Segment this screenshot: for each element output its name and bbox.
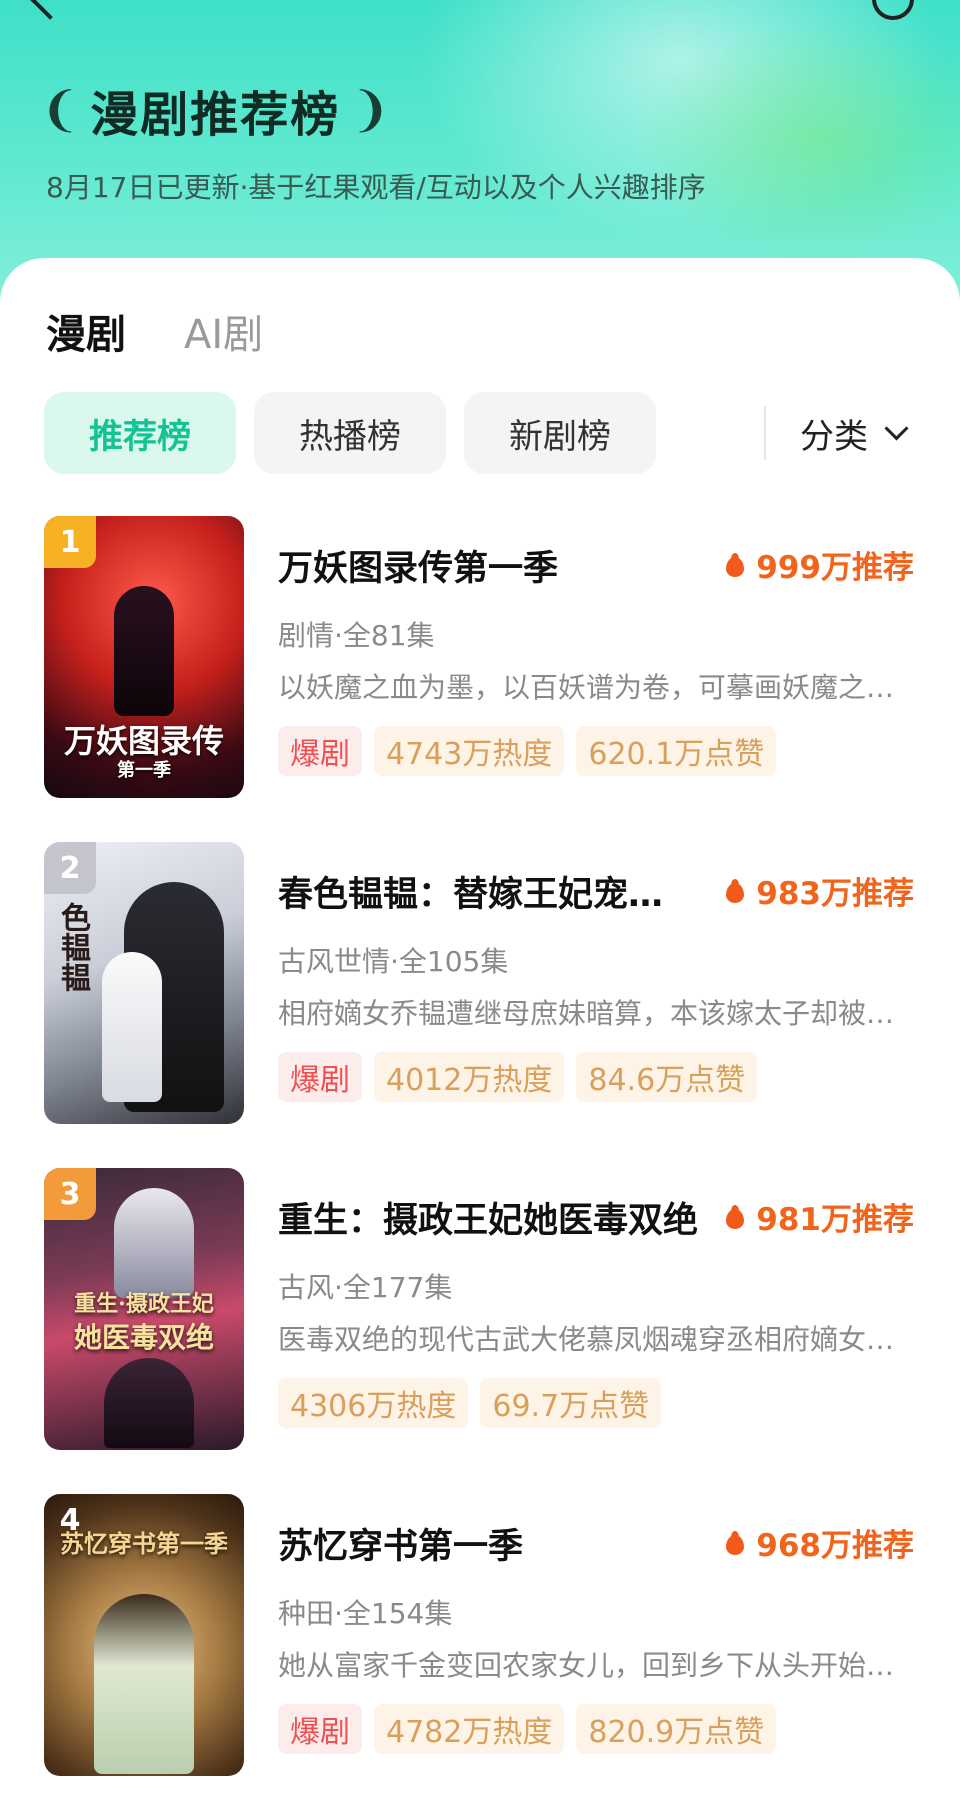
rank-badge: 1 (44, 516, 96, 568)
description: 以妖魔之血为墨，以百妖谱为卷，可摹画妖魔之力… (278, 671, 918, 704)
flame-icon (726, 1204, 745, 1229)
recommend-label: 983万推荐 (756, 876, 914, 912)
recommend-count: 999万推荐 (726, 542, 914, 587)
cover-title: 重生·摄政王妃 (74, 1291, 214, 1317)
tag-row: 4306万热度 69.7万点赞 (278, 1378, 673, 1428)
list-item[interactable]: 4 苏忆穿书第一季 苏忆穿书第一季 968万推荐 种田·全154集 她从富家千金… (0, 1494, 960, 1776)
flame-icon (726, 878, 745, 903)
genre-episodes: 种田·全154集 (278, 1597, 453, 1630)
heat-tag: 4782万热度 (374, 1704, 565, 1754)
hot-tag: 爆剧 (278, 726, 362, 776)
list-item[interactable]: 2 色韫韫 春色韫韫：替嫁王妃宠冠京华 983万推荐 古风世情·全105集 相府… (0, 842, 960, 1124)
back-arrow-icon[interactable] (30, 0, 70, 20)
genre-episodes: 古风世情·全105集 (278, 945, 509, 978)
recommend-label: 981万推荐 (756, 1202, 914, 1238)
description: 相府嫡女乔韫遭继母庶妹暗算，本该嫁太子却被迫… (278, 997, 918, 1030)
cover-image[interactable]: 4 苏忆穿书第一季 (44, 1494, 244, 1776)
page-title: 漫剧推荐榜 (90, 87, 341, 143)
tag-row: 爆剧 4743万热度 620.1万点赞 (278, 726, 788, 776)
drama-info: 万妖图录传第一季 999万推荐 剧情·全81集 以妖魔之血为墨，以百妖谱为卷，可… (278, 516, 918, 798)
heat-tag: 4012万热度 (374, 1052, 565, 1102)
hot-tag: 爆剧 (278, 1704, 362, 1754)
rank-badge: 2 (44, 842, 96, 894)
likes-tag: 69.7万点赞 (480, 1378, 662, 1428)
ranking-card: 漫剧 AI剧 推荐榜 热播榜 新剧榜 分类 1 万妖图录传 第一季 万妖图录传第… (0, 258, 960, 1800)
cover-subtitle: 她医毒双绝 (73, 1321, 214, 1354)
description: 医毒双绝的现代古武大佬慕凤烟魂穿丞相府嫡女… (278, 1323, 895, 1356)
heat-tag: 4306万热度 (278, 1378, 469, 1428)
drama-title[interactable]: 苏忆穿书第一季 (278, 1518, 698, 1569)
divider (764, 406, 766, 460)
tag-row: 爆剧 4782万热度 820.9万点赞 (278, 1704, 788, 1754)
cover-image[interactable]: 1 万妖图录传 第一季 (44, 516, 244, 798)
drama-title[interactable]: 重生：摄政王妃她医毒双绝 (278, 1192, 698, 1243)
tab-ai-drama[interactable]: AI剧 (184, 302, 263, 360)
laurel-right-icon: ❩ (350, 82, 391, 138)
drama-title[interactable]: 春色韫韫：替嫁王妃宠冠京华 (278, 866, 698, 917)
recommend-label: 999万推荐 (756, 550, 914, 586)
tab-recommend[interactable]: 推荐榜 (44, 392, 236, 474)
cover-image[interactable]: 2 色韫韫 (44, 842, 244, 1124)
recommend-count: 968万推荐 (726, 1520, 914, 1565)
tab-new[interactable]: 新剧榜 (464, 392, 656, 474)
description: 她从富家千金变回农家女儿，回到乡下从头开始… (278, 1649, 895, 1682)
likes-tag: 820.9万点赞 (576, 1704, 777, 1754)
type-tabs: 漫剧 AI剧 (46, 302, 321, 360)
likes-tag: 620.1万点赞 (576, 726, 777, 776)
ranking-tabs: 推荐榜 热播榜 新剧榜 (44, 392, 674, 474)
hot-tag: 爆剧 (278, 1052, 362, 1102)
cover-figure (94, 1594, 194, 1774)
chevron-down-icon (884, 415, 909, 441)
likes-tag: 84.6万点赞 (576, 1052, 758, 1102)
heat-tag: 4743万热度 (374, 726, 565, 776)
drama-info: 苏忆穿书第一季 968万推荐 种田·全154集 她从富家千金变回农家女儿，回到乡… (278, 1494, 918, 1776)
update-subtitle: 8月17日已更新·基于红果观看/互动以及个人兴趣排序 (46, 171, 706, 204)
cover-figure (114, 586, 174, 716)
cover-figure (114, 1188, 194, 1298)
recommend-count: 983万推荐 (726, 868, 914, 913)
category-filter-button[interactable]: 分类 (800, 392, 909, 474)
category-filter-label: 分类 (800, 416, 868, 457)
cover-figure (102, 952, 162, 1102)
cover-subtitle: 第一季 (117, 760, 171, 781)
drama-info: 重生：摄政王妃她医毒双绝 981万推荐 古风·全177集 医毒双绝的现代古武大佬… (278, 1168, 918, 1450)
cover-title: 苏忆穿书第一季 (60, 1529, 228, 1558)
rank-badge: 3 (44, 1168, 96, 1220)
tab-manju[interactable]: 漫剧 (46, 302, 126, 360)
cover-image[interactable]: 3 重生·摄政王妃 她医毒双绝 (44, 1168, 244, 1450)
list-item[interactable]: 1 万妖图录传 第一季 万妖图录传第一季 999万推荐 剧情·全81集 以妖魔之… (0, 516, 960, 798)
tag-row: 爆剧 4012万热度 84.6万点赞 (278, 1052, 769, 1102)
recommend-count: 981万推荐 (726, 1194, 914, 1239)
cover-title: 色韫韫 (55, 902, 90, 992)
cover-figure (104, 1358, 194, 1448)
title-row: ❨ 漫剧推荐榜 ❩ (40, 70, 390, 150)
genre-episodes: 剧情·全81集 (278, 619, 435, 652)
list-item[interactable]: 3 重生·摄政王妃 她医毒双绝 重生：摄政王妃她医毒双绝 981万推荐 古风·全… (0, 1168, 960, 1450)
drama-info: 春色韫韫：替嫁王妃宠冠京华 983万推荐 古风世情·全105集 相府嫡女乔韫遭继… (278, 842, 918, 1124)
genre-episodes: 古风·全177集 (278, 1271, 453, 1304)
recommend-label: 968万推荐 (756, 1528, 914, 1564)
flame-icon (726, 552, 745, 577)
drama-title[interactable]: 万妖图录传第一季 (278, 540, 698, 591)
tab-hot[interactable]: 热播榜 (254, 392, 446, 474)
flame-icon (726, 1530, 745, 1555)
laurel-left-icon: ❨ (40, 82, 81, 138)
